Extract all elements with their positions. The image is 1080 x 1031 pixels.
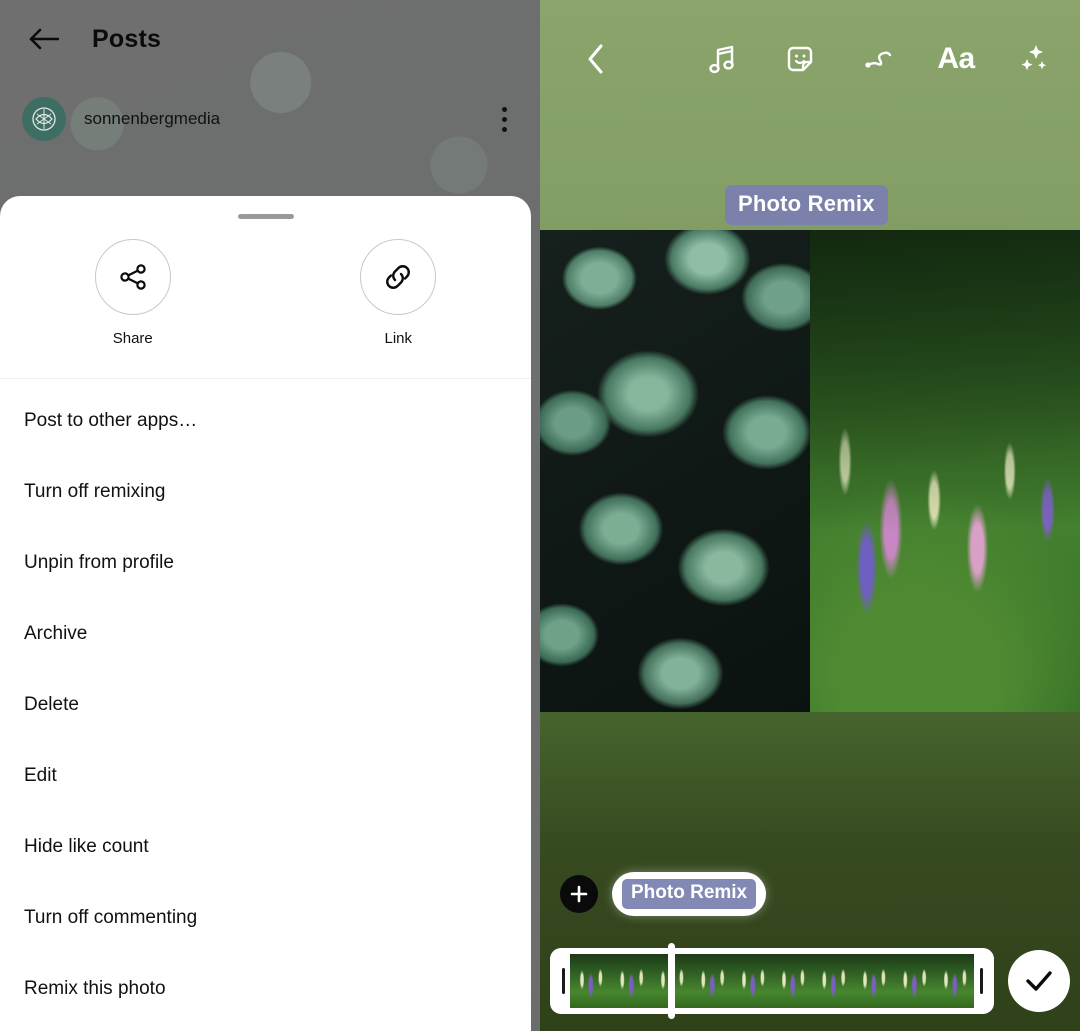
share-button[interactable]: Share: [0, 239, 266, 347]
avatar[interactable]: [22, 97, 66, 141]
succulent-photo[interactable]: [540, 230, 810, 712]
menu-item-post-to-other-apps[interactable]: Post to other apps…: [0, 385, 531, 456]
post-options-bottom-sheet: Share Link Post to other apps… Turn off …: [0, 196, 531, 1031]
music-note-icon[interactable]: [700, 37, 744, 81]
share-button-label: Share: [112, 330, 153, 347]
lupine-photo[interactable]: [810, 230, 1080, 712]
filmstrip-frame: [570, 954, 611, 1008]
filmstrip-frame: [610, 954, 651, 1008]
menu-item-archive[interactable]: Archive: [0, 598, 531, 669]
editor-toolbar: Aa: [540, 26, 1080, 92]
link-button[interactable]: Link: [266, 239, 532, 347]
text-aa-label: Aa: [937, 42, 975, 75]
filmstrip-frame: [812, 954, 853, 1008]
drag-handle[interactable]: [237, 214, 294, 219]
page-title: Posts: [92, 24, 162, 53]
menu-item-turn-off-commenting[interactable]: Turn off commenting: [0, 882, 531, 953]
trim-handle-right[interactable]: [974, 948, 988, 1014]
text-aa-icon[interactable]: Aa: [934, 37, 978, 81]
filmstrip-frame: [893, 954, 934, 1008]
filmstrip-frames: [570, 954, 974, 1008]
post-author-row: sonnenbergmedia: [0, 94, 540, 144]
right-panel-story-editor: Aa Photo Remix Photo Remix: [540, 0, 1080, 1031]
remix-chip-bar: Photo Remix: [560, 872, 767, 916]
link-button-label: Link: [384, 330, 413, 347]
quick-actions-row: Share Link: [0, 239, 531, 347]
filmstrip-frame: [852, 954, 894, 1008]
menu-item-turn-off-remixing[interactable]: Turn off remixing: [0, 456, 531, 527]
filmstrip-frame: [731, 954, 773, 1008]
menu-item-delete[interactable]: Delete: [0, 669, 531, 740]
link-chain-icon: [360, 239, 437, 315]
menu-item-remix-this-photo[interactable]: Remix this photo: [0, 953, 531, 1024]
three-dot-menu-icon[interactable]: [490, 99, 518, 139]
post-author-username[interactable]: sonnenbergmedia: [84, 109, 490, 129]
photo-remix-chip[interactable]: Photo Remix: [612, 872, 767, 916]
menu-item-edit[interactable]: Edit: [0, 740, 531, 811]
post-options-menu: Post to other apps… Turn off remixing Un…: [0, 379, 531, 1024]
draw-squiggle-icon[interactable]: [856, 37, 900, 81]
menu-item-unpin-from-profile[interactable]: Unpin from profile: [0, 527, 531, 598]
posts-header: Posts: [0, 0, 540, 78]
left-panel-post-options: Posts sonnenbergmedia Share Link Post to…: [0, 0, 540, 1031]
share-nodes-icon: [94, 239, 171, 315]
plus-icon[interactable]: [560, 875, 598, 913]
menu-item-hide-like-count[interactable]: Hide like count: [0, 811, 531, 882]
trim-handle-left[interactable]: [556, 948, 570, 1014]
filmstrip-frame: [772, 954, 813, 1008]
editor-tool-buttons: Aa: [700, 37, 1080, 81]
playhead-marker[interactable]: [668, 943, 675, 1019]
checkmark-icon[interactable]: [1008, 950, 1070, 1012]
photo-remix-chip-label: Photo Remix: [622, 879, 757, 909]
sparkles-effects-icon[interactable]: [1012, 37, 1056, 81]
editor-bottom-bar: [540, 943, 1080, 1019]
remix-media-strip: [540, 230, 1080, 712]
video-filmstrip-scrubber[interactable]: [550, 943, 994, 1019]
photo-remix-sticker[interactable]: Photo Remix: [725, 185, 888, 225]
chevron-left-icon[interactable]: [568, 43, 624, 75]
filmstrip-frame: [933, 954, 974, 1008]
back-arrow-icon[interactable]: [22, 17, 66, 61]
app-screenshot: Posts sonnenbergmedia Share Link Post to…: [0, 0, 1080, 1031]
filmstrip-frame: [691, 954, 732, 1008]
sticker-icon[interactable]: [778, 37, 822, 81]
